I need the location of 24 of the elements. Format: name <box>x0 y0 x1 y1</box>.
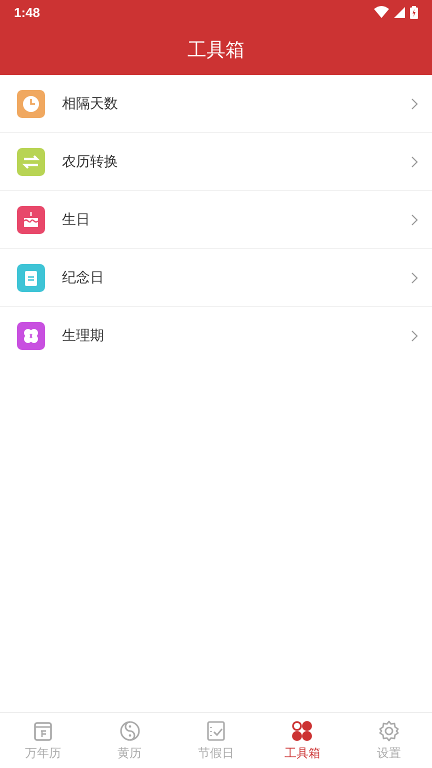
yin-yang-icon <box>118 719 142 743</box>
chevron-right-icon <box>411 330 418 342</box>
page-title: 工具箱 <box>188 38 244 62</box>
tool-label: 生理期 <box>62 327 105 345</box>
tool-item[interactable]: 生理期 <box>0 307 432 365</box>
status-time: 1:48 <box>14 4 40 20</box>
wifi-icon <box>374 6 389 18</box>
tool-label: 生日 <box>62 210 91 228</box>
nav-tab[interactable]: 工具箱 <box>259 713 346 768</box>
signal-icon <box>394 6 405 18</box>
settings-icon <box>376 719 401 743</box>
tool-label: 农历转换 <box>62 152 119 170</box>
chevron-right-icon <box>411 156 418 168</box>
chevron-right-icon <box>411 272 418 284</box>
tool-item[interactable]: 农历转换 <box>0 133 432 191</box>
tool-label: 纪念日 <box>62 268 105 286</box>
tool-item[interactable]: 纪念日 <box>0 249 432 307</box>
tool-item[interactable]: 生日 <box>0 191 432 249</box>
four-circles-icon <box>290 719 314 743</box>
tool-item[interactable]: 相隔天数 <box>0 75 432 133</box>
chevron-right-icon <box>411 214 418 226</box>
battery-icon <box>410 6 418 18</box>
chevron-right-icon <box>411 98 418 110</box>
tool-label: 相隔天数 <box>62 94 119 112</box>
